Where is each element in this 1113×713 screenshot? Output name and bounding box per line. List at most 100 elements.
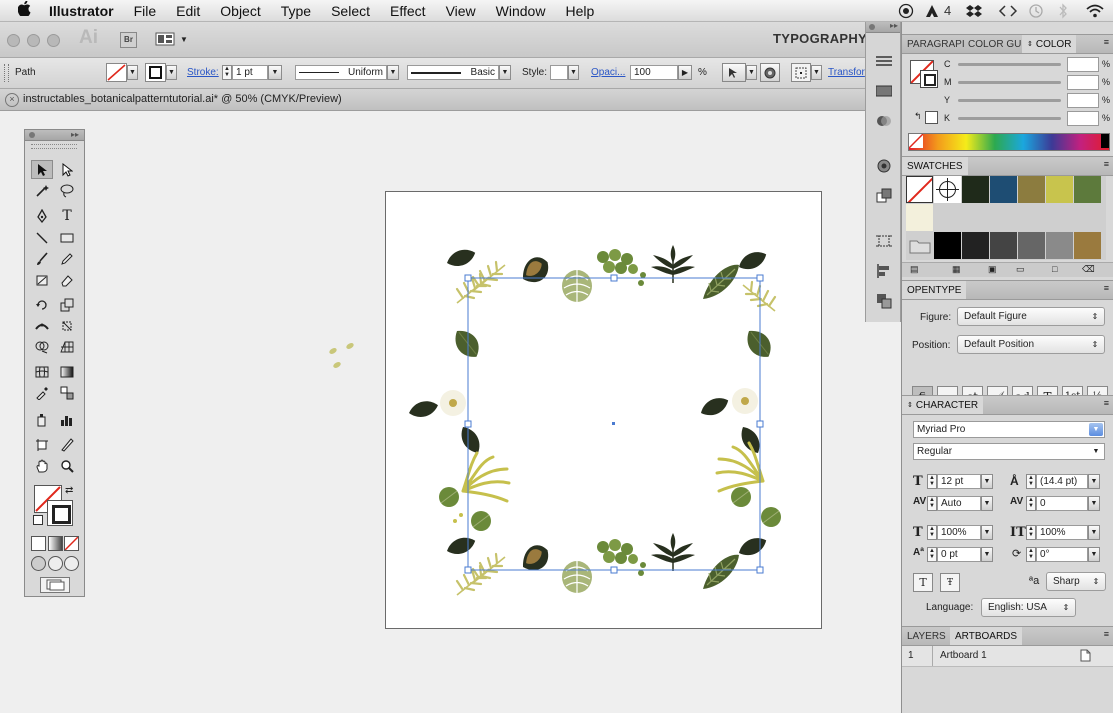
tab-opentype[interactable]: OPENTYPE xyxy=(902,281,967,299)
swatch-registration[interactable] xyxy=(934,176,961,203)
panel-menu-icon[interactable]: ≡ xyxy=(1104,37,1109,47)
profile-dropdown[interactable]: ▼ xyxy=(387,65,399,80)
menu-edit[interactable]: Edit xyxy=(166,3,210,19)
eraser-tool-icon[interactable] xyxy=(56,270,78,289)
pen-tool-icon[interactable] xyxy=(31,206,53,225)
gradient-panel-icon[interactable] xyxy=(874,82,894,100)
select-similar-dropdown[interactable]: ▼ xyxy=(746,65,757,80)
wifi-icon[interactable] xyxy=(1085,0,1105,21)
vertical-scale-control[interactable]: ▲ ▼ 100% ▼ xyxy=(927,525,993,540)
pasteboard-leaf-cluster[interactable] xyxy=(325,339,359,369)
gradient-tool-icon[interactable] xyxy=(56,362,78,381)
swatch-tan[interactable] xyxy=(1018,176,1045,203)
close-panel-icon[interactable] xyxy=(29,132,35,138)
rotate-tool-icon[interactable] xyxy=(31,295,53,314)
transform-link[interactable]: Transfor xyxy=(828,64,865,81)
eyedropper-tool-icon[interactable] xyxy=(31,383,53,402)
menu-file[interactable]: File xyxy=(124,3,167,19)
baseline-shift-stepper[interactable]: ▲ ▼ xyxy=(927,547,937,562)
swatch-cream[interactable] xyxy=(906,204,933,231)
swatch-gray-2[interactable] xyxy=(990,232,1017,259)
tab-paragraph[interactable]: PARAGRAPI xyxy=(902,35,970,53)
menu-window[interactable]: Window xyxy=(486,3,556,19)
menu-help[interactable]: Help xyxy=(555,3,604,19)
artboard-options-icon[interactable] xyxy=(1080,649,1091,665)
leading-dropdown[interactable]: ▼ xyxy=(1088,474,1100,489)
stroke-weight-input[interactable]: 1 pt xyxy=(232,65,268,80)
blob-brush-tool-icon[interactable] xyxy=(31,270,53,289)
baseline-shift-input[interactable]: 0 pt xyxy=(937,547,981,562)
reference-point-dropdown[interactable]: ▼ xyxy=(811,65,822,80)
horizontal-scale-input[interactable]: 100% xyxy=(1036,525,1088,540)
hand-tool-icon[interactable] xyxy=(31,456,53,475)
pathfinder-panel-icon[interactable] xyxy=(874,292,894,310)
screen-mode-button[interactable] xyxy=(40,577,70,593)
graphic-style-dropdown[interactable]: ▼ xyxy=(568,65,579,80)
character-rotation-control[interactable]: ▲ ▼ 0° ▼ xyxy=(1026,547,1100,562)
vertical-scale-stepper[interactable]: ▲ ▼ xyxy=(927,525,937,540)
time-machine-icon[interactable] xyxy=(1028,0,1044,21)
blend-tool-icon[interactable] xyxy=(56,383,78,402)
transform-panel-icon[interactable] xyxy=(874,232,894,250)
swatch-gray-3[interactable] xyxy=(1018,232,1045,259)
channel-c-slider[interactable] xyxy=(958,63,1061,66)
leading-input[interactable]: (14.4 pt) xyxy=(1036,474,1088,489)
swatch-libraries-icon[interactable]: ▤ xyxy=(910,264,919,275)
recolor-artwork-button[interactable]: ▼ xyxy=(722,63,757,82)
position-select[interactable]: Default Position ⇕ xyxy=(957,335,1105,354)
code-brackets-icon[interactable] xyxy=(998,0,1018,21)
graphic-styles-panel-icon[interactable] xyxy=(874,187,894,205)
character-rotation-input[interactable]: 0° xyxy=(1036,547,1088,562)
zoom-tool-icon[interactable] xyxy=(56,456,78,475)
close-document-icon[interactable]: × xyxy=(5,93,19,107)
figure-select[interactable]: Default Figure ⇕ xyxy=(957,307,1105,326)
small-caps-button[interactable]: Ŧ xyxy=(940,573,960,592)
paintbrush-tool-icon[interactable] xyxy=(31,249,53,268)
minimize-window-button[interactable] xyxy=(27,34,40,47)
vertical-scale-input[interactable]: 100% xyxy=(937,525,981,540)
record-icon[interactable] xyxy=(898,0,914,21)
recolor-button[interactable] xyxy=(760,63,780,82)
out-of-gamut-icon[interactable]: ↰ xyxy=(914,111,922,122)
bridge-button[interactable]: Br xyxy=(120,32,137,48)
tracking-control[interactable]: ▲ ▼ 0 ▼ xyxy=(1026,496,1100,511)
zoom-window-button[interactable] xyxy=(47,34,60,47)
channel-y-input[interactable] xyxy=(1067,93,1099,108)
font-size-control[interactable]: ▲ ▼ 12 pt ▼ xyxy=(927,474,993,489)
slice-tool-icon[interactable] xyxy=(56,435,78,454)
transparency-panel-icon[interactable] xyxy=(874,112,894,130)
swatch-gray-1[interactable] xyxy=(962,232,989,259)
channel-c-input[interactable] xyxy=(1067,57,1099,72)
baseline-shift-dropdown[interactable]: ▼ xyxy=(981,547,993,562)
botanical-wreath-artwork[interactable] xyxy=(385,191,822,629)
collapse-panel-icon[interactable]: ▸▸ xyxy=(71,130,79,139)
stroke-swatch[interactable] xyxy=(47,500,73,526)
gripper[interactable] xyxy=(4,64,9,82)
font-size-dropdown[interactable]: ▼ xyxy=(981,474,993,489)
free-transform-tool-icon[interactable] xyxy=(56,316,78,335)
tab-swatches[interactable]: SWATCHES xyxy=(902,157,968,175)
draw-inside-icon[interactable] xyxy=(64,556,79,571)
width-tool-icon[interactable] xyxy=(31,316,53,335)
none-mode-icon[interactable] xyxy=(64,536,79,551)
spectrum-black[interactable] xyxy=(1101,134,1109,148)
bluetooth-icon[interactable] xyxy=(1058,0,1068,21)
stroke-dropdown-button[interactable]: ▼ xyxy=(166,65,177,80)
menu-object[interactable]: Object xyxy=(210,3,270,19)
stroke-weight-stepper[interactable]: ▲ ▼ xyxy=(222,65,232,80)
swap-fill-stroke-icon[interactable]: ⇄ xyxy=(65,485,73,496)
kerning-stepper[interactable]: ▲ ▼ xyxy=(927,496,937,511)
stroke-label[interactable]: Stroke: xyxy=(187,64,219,81)
swatch-dark-green[interactable] xyxy=(962,176,989,203)
swatch-none[interactable] xyxy=(906,176,933,203)
kerning-input[interactable]: Auto xyxy=(937,496,981,511)
swatch-blue[interactable] xyxy=(990,176,1017,203)
horizontal-scale-stepper[interactable]: ▲ ▼ xyxy=(1026,525,1036,540)
font-style-input[interactable]: Regular ▼ xyxy=(913,443,1105,460)
menu-type[interactable]: Type xyxy=(271,3,321,19)
graphic-style-swatch[interactable] xyxy=(550,65,568,80)
rectangle-tool-icon[interactable] xyxy=(56,228,78,247)
new-color-group-icon[interactable]: ▭ xyxy=(1016,264,1025,275)
font-style-dropdown-icon[interactable]: ▼ xyxy=(1089,445,1103,458)
channel-m-input[interactable] xyxy=(1067,75,1099,90)
